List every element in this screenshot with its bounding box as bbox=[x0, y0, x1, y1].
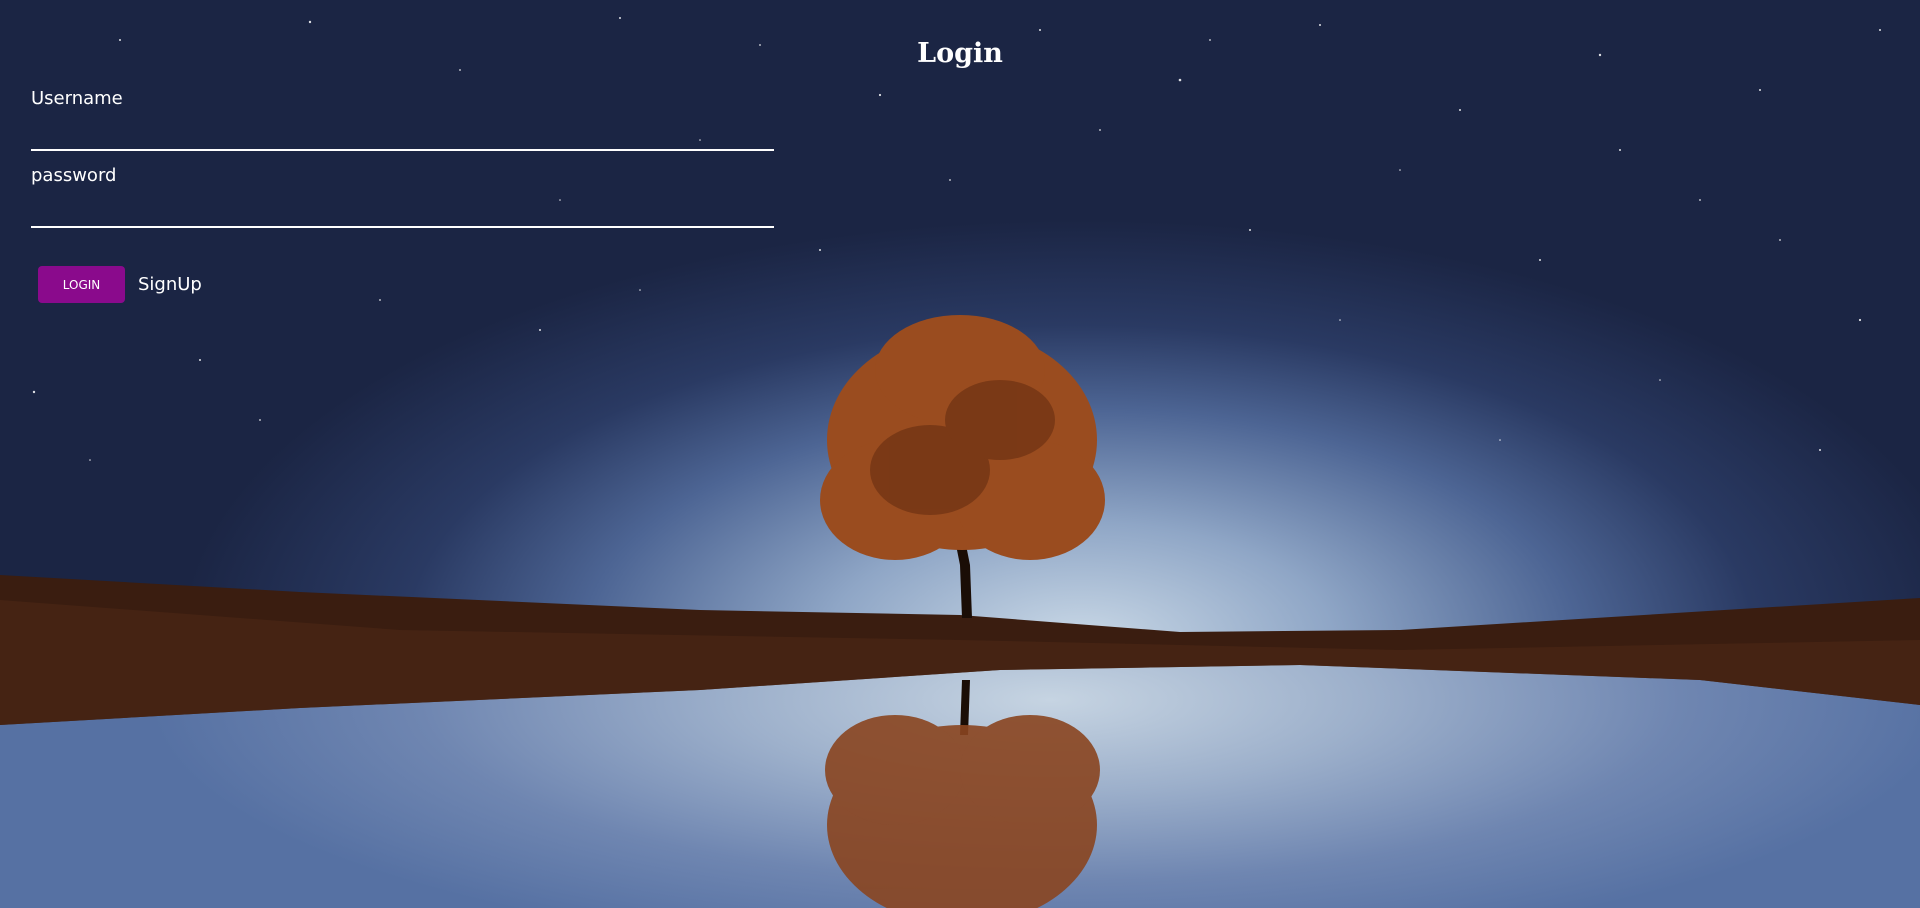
username-label: Username bbox=[31, 88, 123, 109]
login-form: Username password bbox=[31, 88, 775, 242]
password-field-group: password bbox=[31, 165, 775, 228]
signup-link[interactable]: SignUp bbox=[138, 274, 202, 295]
username-field-group: Username bbox=[31, 88, 775, 151]
username-input[interactable] bbox=[31, 117, 774, 151]
login-button[interactable]: LOGIN bbox=[38, 266, 125, 303]
form-actions: LOGIN SignUp bbox=[38, 266, 202, 303]
password-label: password bbox=[31, 165, 117, 186]
page-title: Login bbox=[917, 38, 1003, 69]
password-input[interactable] bbox=[31, 194, 774, 228]
